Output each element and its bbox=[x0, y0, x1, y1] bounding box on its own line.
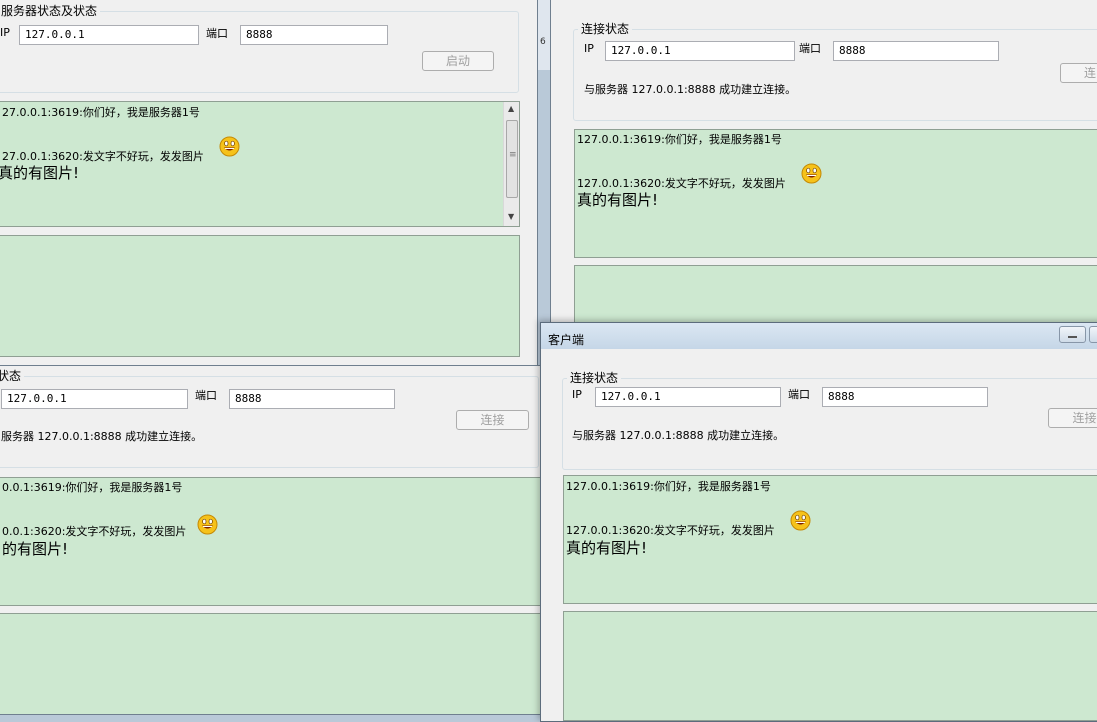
message-log-scrollbar[interactable]: ▲ ≡ ▼ bbox=[503, 102, 519, 226]
start-button[interactable]: 启动 bbox=[422, 51, 494, 71]
port-label: 端口 bbox=[206, 27, 228, 40]
port-field[interactable]: 8888 bbox=[833, 41, 999, 61]
message-3: 真的有图片! bbox=[577, 191, 659, 209]
maximize-button[interactable] bbox=[1089, 326, 1097, 343]
ip-label: IP bbox=[584, 42, 594, 55]
connection-status-text: 与服务器 127.0.0.1:8888 成功建立连接。 bbox=[584, 83, 797, 96]
ip-label: IP bbox=[572, 388, 582, 401]
ip-field[interactable]: 127.0.0.1 bbox=[19, 25, 199, 45]
edge-digit: 6 bbox=[540, 37, 546, 47]
message-1: 27.0.0.1:3619:你们好，我是服务器1号 bbox=[2, 106, 200, 119]
message-2: 27.0.0.1:3620:发文字不好玩，发发图片 bbox=[2, 150, 204, 163]
connection-group-label: 连接状态 bbox=[578, 22, 633, 36]
message-3: 真的有图片! bbox=[566, 539, 648, 557]
message-log: 127.0.0.1:3619:你们好，我是服务器1号 127.0.0.1:362… bbox=[563, 475, 1097, 604]
client-window-3: 状态 127.0.0.1 端口 8888 连接 服务器 127.0.0.1:88… bbox=[0, 365, 541, 715]
message-log: 0.0.1:3619:你们好，我是服务器1号 0.0.1:3620:发文字不好玩… bbox=[0, 477, 540, 606]
minimize-button[interactable] bbox=[1059, 326, 1086, 343]
connect-button[interactable]: 连 bbox=[1060, 63, 1097, 83]
connection-status-text: 服务器 127.0.0.1:8888 成功建立连接。 bbox=[1, 430, 203, 443]
port-label: 端口 bbox=[788, 388, 810, 401]
client-window-2: 连接状态 IP 127.0.0.1 端口 8888 连 与服务器 127.0.0… bbox=[550, 0, 1097, 336]
message-2: 127.0.0.1:3620:发文字不好玩，发发图片 bbox=[577, 177, 786, 190]
smiley-emoticon-icon bbox=[197, 514, 218, 535]
message-3: 真的有图片! bbox=[0, 164, 80, 182]
message-1: 127.0.0.1:3619:你们好，我是服务器1号 bbox=[577, 133, 782, 146]
ip-label: IP bbox=[0, 26, 10, 39]
message-2: 0.0.1:3620:发文字不好玩，发发图片 bbox=[2, 525, 187, 538]
scroll-thumb[interactable]: ≡ bbox=[506, 120, 518, 198]
ip-field[interactable]: 127.0.0.1 bbox=[1, 389, 188, 409]
smiley-emoticon-icon bbox=[790, 510, 811, 531]
port-field[interactable]: 8888 bbox=[240, 25, 388, 45]
title-bar[interactable]: 客户端 bbox=[541, 323, 1097, 349]
window-title: 客户端 bbox=[548, 333, 585, 347]
port-field[interactable]: 8888 bbox=[229, 389, 395, 409]
ip-field[interactable]: 127.0.0.1 bbox=[595, 387, 781, 407]
message-log: 127.0.0.1:3619:你们好，我是服务器1号 127.0.0.1:362… bbox=[574, 129, 1097, 258]
scroll-thumb-grip-icon: ≡ bbox=[509, 150, 517, 160]
scroll-up-icon[interactable]: ▲ bbox=[508, 104, 514, 113]
message-log: 27.0.0.1:3619:你们好，我是服务器1号 27.0.0.1:3620:… bbox=[0, 101, 520, 227]
server-window: 服务器状态及状态 IP 127.0.0.1 端口 8888 启动 27.0.0.… bbox=[0, 0, 538, 374]
connect-button[interactable]: 连接 bbox=[456, 410, 529, 430]
ip-field[interactable]: 127.0.0.1 bbox=[605, 41, 795, 61]
connection-status-text: 与服务器 127.0.0.1:8888 成功建立连接。 bbox=[572, 429, 785, 442]
client-window-front: 客户端 连接状态 IP 127.0.0.1 端口 8888 连接 与服务器 12… bbox=[540, 322, 1097, 722]
smiley-emoticon-icon bbox=[219, 136, 240, 157]
message-input[interactable] bbox=[0, 613, 540, 714]
connection-group-label: 连接状态 bbox=[567, 371, 622, 385]
server-group-label: 服务器状态及状态 bbox=[0, 4, 101, 18]
port-label: 端口 bbox=[195, 389, 217, 402]
message-1: 127.0.0.1:3619:你们好，我是服务器1号 bbox=[566, 480, 771, 493]
connection-group-label-fragment: 状态 bbox=[0, 369, 25, 383]
port-field[interactable]: 8888 bbox=[822, 387, 988, 407]
message-input[interactable] bbox=[563, 611, 1097, 721]
connect-button[interactable]: 连接 bbox=[1048, 408, 1097, 428]
message-2: 127.0.0.1:3620:发文字不好玩，发发图片 bbox=[566, 524, 775, 537]
message-input[interactable] bbox=[0, 235, 520, 357]
message-1: 0.0.1:3619:你们好，我是服务器1号 bbox=[2, 481, 183, 494]
port-label: 端口 bbox=[799, 42, 821, 55]
message-3: 的有图片! bbox=[2, 540, 69, 558]
minimize-icon bbox=[1068, 336, 1077, 338]
window-edge-strip: 6 bbox=[538, 0, 550, 70]
scroll-down-icon[interactable]: ▼ bbox=[508, 212, 514, 221]
smiley-emoticon-icon bbox=[801, 163, 822, 184]
